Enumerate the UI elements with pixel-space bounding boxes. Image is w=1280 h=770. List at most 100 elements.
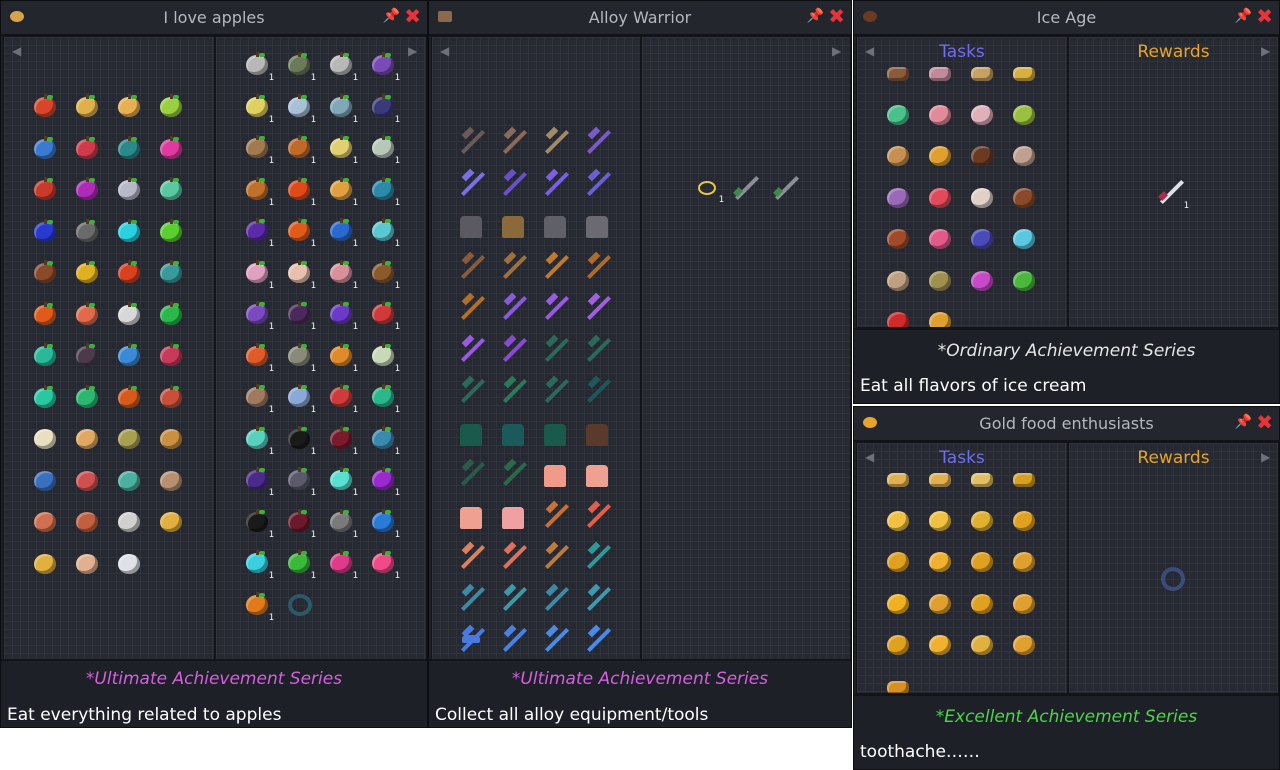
food-icon[interactable] <box>32 343 58 368</box>
tool-icon[interactable] <box>542 541 570 570</box>
gold-food-icon[interactable] <box>969 467 995 491</box>
ice-cream-icon[interactable] <box>927 103 953 127</box>
gold-food-icon[interactable] <box>927 550 953 574</box>
food-icon[interactable]: 1 <box>286 425 316 457</box>
food-icon[interactable] <box>74 427 100 451</box>
gold-food-icon[interactable] <box>969 592 995 616</box>
food-icon[interactable]: 1 <box>370 508 400 540</box>
food-icon[interactable]: 1 <box>244 384 274 415</box>
food-icon[interactable]: 1 <box>370 467 400 498</box>
gold-food-icon[interactable] <box>885 467 911 491</box>
pin-icon[interactable]: 📌 <box>1235 8 1252 24</box>
food-icon[interactable]: 1 <box>286 301 316 332</box>
gold-food-icon[interactable] <box>885 550 911 574</box>
tool-icon[interactable] <box>542 126 570 155</box>
tasks-tab[interactable]: Tasks <box>857 448 1067 468</box>
food-icon[interactable]: 1 <box>286 467 316 498</box>
food-icon[interactable] <box>116 177 142 202</box>
ice-cream-icon[interactable] <box>927 310 953 327</box>
ice-cream-icon[interactable] <box>927 144 953 168</box>
tool-icon[interactable] <box>500 541 528 570</box>
food-icon[interactable]: 1 <box>286 550 316 581</box>
food-icon[interactable] <box>116 94 142 119</box>
sword-icon[interactable]: 1 <box>1157 177 1189 211</box>
food-icon[interactable]: 1 <box>286 218 316 249</box>
food-icon[interactable] <box>158 218 184 244</box>
alloy-title-bar[interactable]: Alloy Warrior 📌 ✖ <box>429 1 851 36</box>
tool-icon[interactable] <box>584 168 612 197</box>
food-icon[interactable] <box>158 384 184 410</box>
ring-icon[interactable]: 1 <box>694 175 724 205</box>
ice-cream-icon[interactable] <box>927 269 953 293</box>
iceage-rewards-pane[interactable]: ▶ Rewards 1 <box>1068 36 1279 328</box>
food-icon[interactable]: 1 <box>244 301 274 332</box>
armor-icon[interactable] <box>502 423 524 446</box>
ice-cream-icon[interactable] <box>885 269 911 293</box>
tool-icon[interactable] <box>500 624 528 653</box>
food-icon[interactable]: 1 <box>370 176 400 208</box>
gold-food-icon[interactable] <box>885 675 911 693</box>
ice-cream-icon[interactable] <box>969 61 995 85</box>
gold-food-icon[interactable] <box>927 509 953 533</box>
food-icon[interactable] <box>116 260 142 285</box>
gold-food-icon[interactable] <box>927 633 953 657</box>
ice-cream-icon[interactable] <box>969 269 995 293</box>
ice-cream-icon[interactable] <box>969 186 995 210</box>
pin-icon[interactable]: 📌 <box>383 8 400 24</box>
tool-icon[interactable] <box>542 500 570 529</box>
ice-cream-icon[interactable] <box>927 186 953 210</box>
tool-icon[interactable] <box>458 583 486 612</box>
food-icon[interactable] <box>74 260 100 285</box>
armor-icon[interactable] <box>544 423 566 446</box>
armor-icon[interactable] <box>502 216 524 238</box>
tool-icon[interactable] <box>500 292 528 321</box>
armor-icon[interactable] <box>544 465 566 487</box>
ice-cream-icon[interactable] <box>1011 186 1037 210</box>
armor-icon[interactable] <box>586 423 608 446</box>
food-icon[interactable]: 1 <box>328 218 358 249</box>
ring-icon[interactable] <box>286 592 312 616</box>
food-icon[interactable]: 1 <box>328 384 358 415</box>
tool-icon[interactable] <box>500 251 528 280</box>
food-icon[interactable] <box>32 135 58 161</box>
food-icon[interactable] <box>74 469 100 493</box>
sword-icon[interactable] <box>772 173 800 201</box>
tool-icon[interactable] <box>500 168 528 197</box>
ice-cream-icon[interactable] <box>1011 269 1037 293</box>
food-icon[interactable]: 1 <box>286 342 316 374</box>
tool-icon[interactable] <box>584 624 612 653</box>
apples-title-bar[interactable]: I love apples 📌 ✖ <box>1 1 427 36</box>
ice-cream-icon[interactable] <box>885 61 911 85</box>
ice-cream-icon[interactable] <box>969 144 995 168</box>
food-icon[interactable] <box>32 301 58 327</box>
apples-more-pane[interactable]: ▶ 11111111111111111111111111111111111111… <box>215 36 427 660</box>
tool-icon[interactable] <box>584 334 612 363</box>
tool-icon[interactable] <box>584 583 612 612</box>
food-icon[interactable]: 1 <box>370 135 400 166</box>
gold-food-icon[interactable] <box>969 633 995 657</box>
tool-icon[interactable] <box>542 583 570 612</box>
food-icon[interactable]: 1 <box>244 508 274 540</box>
food-icon[interactable]: 1 <box>244 591 274 623</box>
gold-food-icon[interactable] <box>927 467 953 491</box>
food-icon[interactable]: 1 <box>286 93 316 125</box>
food-icon[interactable]: 1 <box>244 52 274 83</box>
tool-icon[interactable] <box>458 458 486 487</box>
food-icon[interactable]: 1 <box>328 301 358 332</box>
food-icon[interactable]: 1 <box>328 342 358 374</box>
food-icon[interactable] <box>32 177 58 202</box>
food-icon[interactable]: 1 <box>328 52 358 83</box>
food-icon[interactable] <box>32 260 58 285</box>
food-icon[interactable]: 1 <box>370 384 400 415</box>
food-icon[interactable]: 1 <box>370 425 400 457</box>
food-icon[interactable] <box>74 343 100 368</box>
food-icon[interactable]: 1 <box>286 384 316 415</box>
food-icon[interactable] <box>116 510 142 534</box>
food-icon[interactable] <box>158 510 184 534</box>
tool-icon[interactable] <box>458 541 486 570</box>
gold-food-icon[interactable] <box>1011 633 1037 657</box>
food-icon[interactable]: 1 <box>328 467 358 498</box>
ice-cream-icon[interactable] <box>885 144 911 168</box>
gold-food-icon[interactable] <box>885 509 911 533</box>
tool-icon[interactable] <box>500 583 528 612</box>
